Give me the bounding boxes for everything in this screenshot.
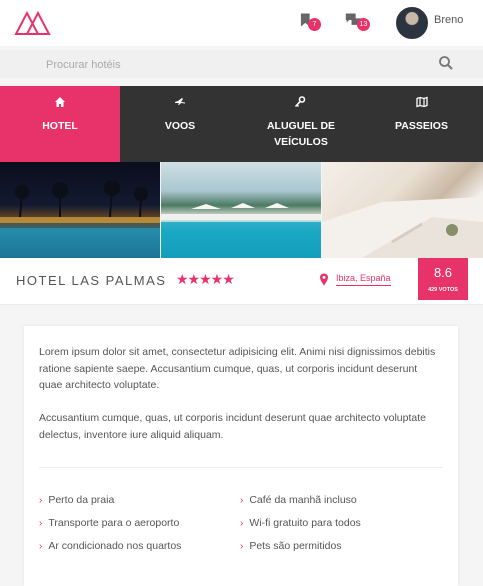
tab-passeios[interactable]: PASSEIOS (360, 86, 483, 162)
chevron-right-icon: › (39, 495, 43, 506)
location-link[interactable]: Ibiza, España (336, 273, 391, 286)
tab-passeios-label: PASSEIOS (395, 120, 448, 132)
tab-hotel[interactable]: HOTEL (0, 86, 120, 162)
hotel-info-bar: HOTEL LAS PALMAS ★★★★★ Ibiza, España (0, 258, 483, 305)
bookmarks-badge: 7 (308, 18, 321, 31)
photo-gallery (0, 162, 483, 258)
messages-button[interactable]: 13 (344, 8, 374, 36)
tab-aluguel-label: ALUGUEL DE VEÍCULOS (266, 120, 336, 148)
search-input[interactable] (44, 56, 408, 74)
user-name[interactable]: Breno (434, 14, 463, 26)
chevron-right-icon: › (240, 495, 244, 506)
tab-voos-label: VOOS (164, 120, 196, 132)
score-value: 8.6 (433, 265, 453, 280)
amenity-label: Pets são permitidos (249, 540, 342, 552)
search-bar (0, 50, 483, 78)
score-badge: 8.6 429 VOTOS (418, 258, 468, 300)
hotel-photo-night-pool[interactable] (0, 162, 160, 258)
category-tabs: HOTEL VOOS ALUGUEL DE VEÍCULOS PASSEIOS (0, 86, 483, 162)
palm-silhouettes (0, 180, 160, 258)
hotel-name: HOTEL LAS PALMAS (16, 273, 167, 288)
amenity-label: Wi-fi gratuito para todos (249, 517, 361, 529)
search-icon[interactable] (438, 55, 454, 71)
description-paragraph-1: Lorem ipsum dolor sit amet, consectetur … (39, 346, 436, 391)
location-pin-icon (320, 273, 328, 286)
amenity-item: › Ar condicionado nos quartos (39, 540, 181, 552)
amenity-item: › Transporte para o aeroporto (39, 517, 179, 529)
bookmarks-button[interactable]: 7 (296, 8, 324, 36)
tab-hotel-label: HOTEL (42, 120, 78, 132)
amenity-label: Transporte para o aeroporto (48, 517, 180, 529)
mountain-logo[interactable] (14, 7, 52, 37)
key-icon (294, 96, 306, 108)
amenity-item: › Café da manhã incluso (240, 494, 357, 506)
description-paragraph-2: Accusantium cumque, quas, ut corporis in… (39, 412, 426, 441)
tab-voos[interactable]: VOOS (120, 86, 240, 162)
votes-count: 429 VOTOS (428, 287, 458, 293)
terrace-shapes (322, 197, 483, 258)
tab-aluguel[interactable]: ALUGUEL DE VEÍCULOS (240, 86, 360, 162)
divider (39, 467, 443, 468)
amenity-item: › Perto da praia (39, 494, 114, 506)
messages-badge: 13 (357, 18, 370, 31)
umbrella-shapes (161, 203, 321, 258)
amenity-label: Café da manhã incluso (249, 494, 357, 506)
plane-icon (175, 98, 185, 105)
chevron-right-icon: › (240, 518, 244, 529)
amenity-label: Perto da praia (48, 494, 115, 506)
star-rating: ★★★★★ (176, 271, 235, 287)
chevron-right-icon: › (39, 541, 43, 552)
chevron-right-icon: › (240, 541, 244, 552)
hotel-photo-sea-view[interactable] (322, 162, 483, 258)
map-icon (415, 96, 428, 108)
hotel-photo-pool-umbrellas[interactable] (161, 162, 321, 258)
top-navbar: 7 13 Breno (0, 0, 483, 46)
amenity-item: › Wi-fi gratuito para todos (240, 517, 361, 529)
amenity-item: › Pets são permitidos (240, 540, 342, 552)
amenity-label: Ar condicionado nos quartos (48, 540, 182, 552)
chevron-right-icon: › (39, 518, 43, 529)
user-avatar[interactable] (396, 7, 428, 39)
description-card: Lorem ipsum dolor sit amet, consectetur … (24, 326, 458, 586)
home-icon (55, 97, 65, 107)
